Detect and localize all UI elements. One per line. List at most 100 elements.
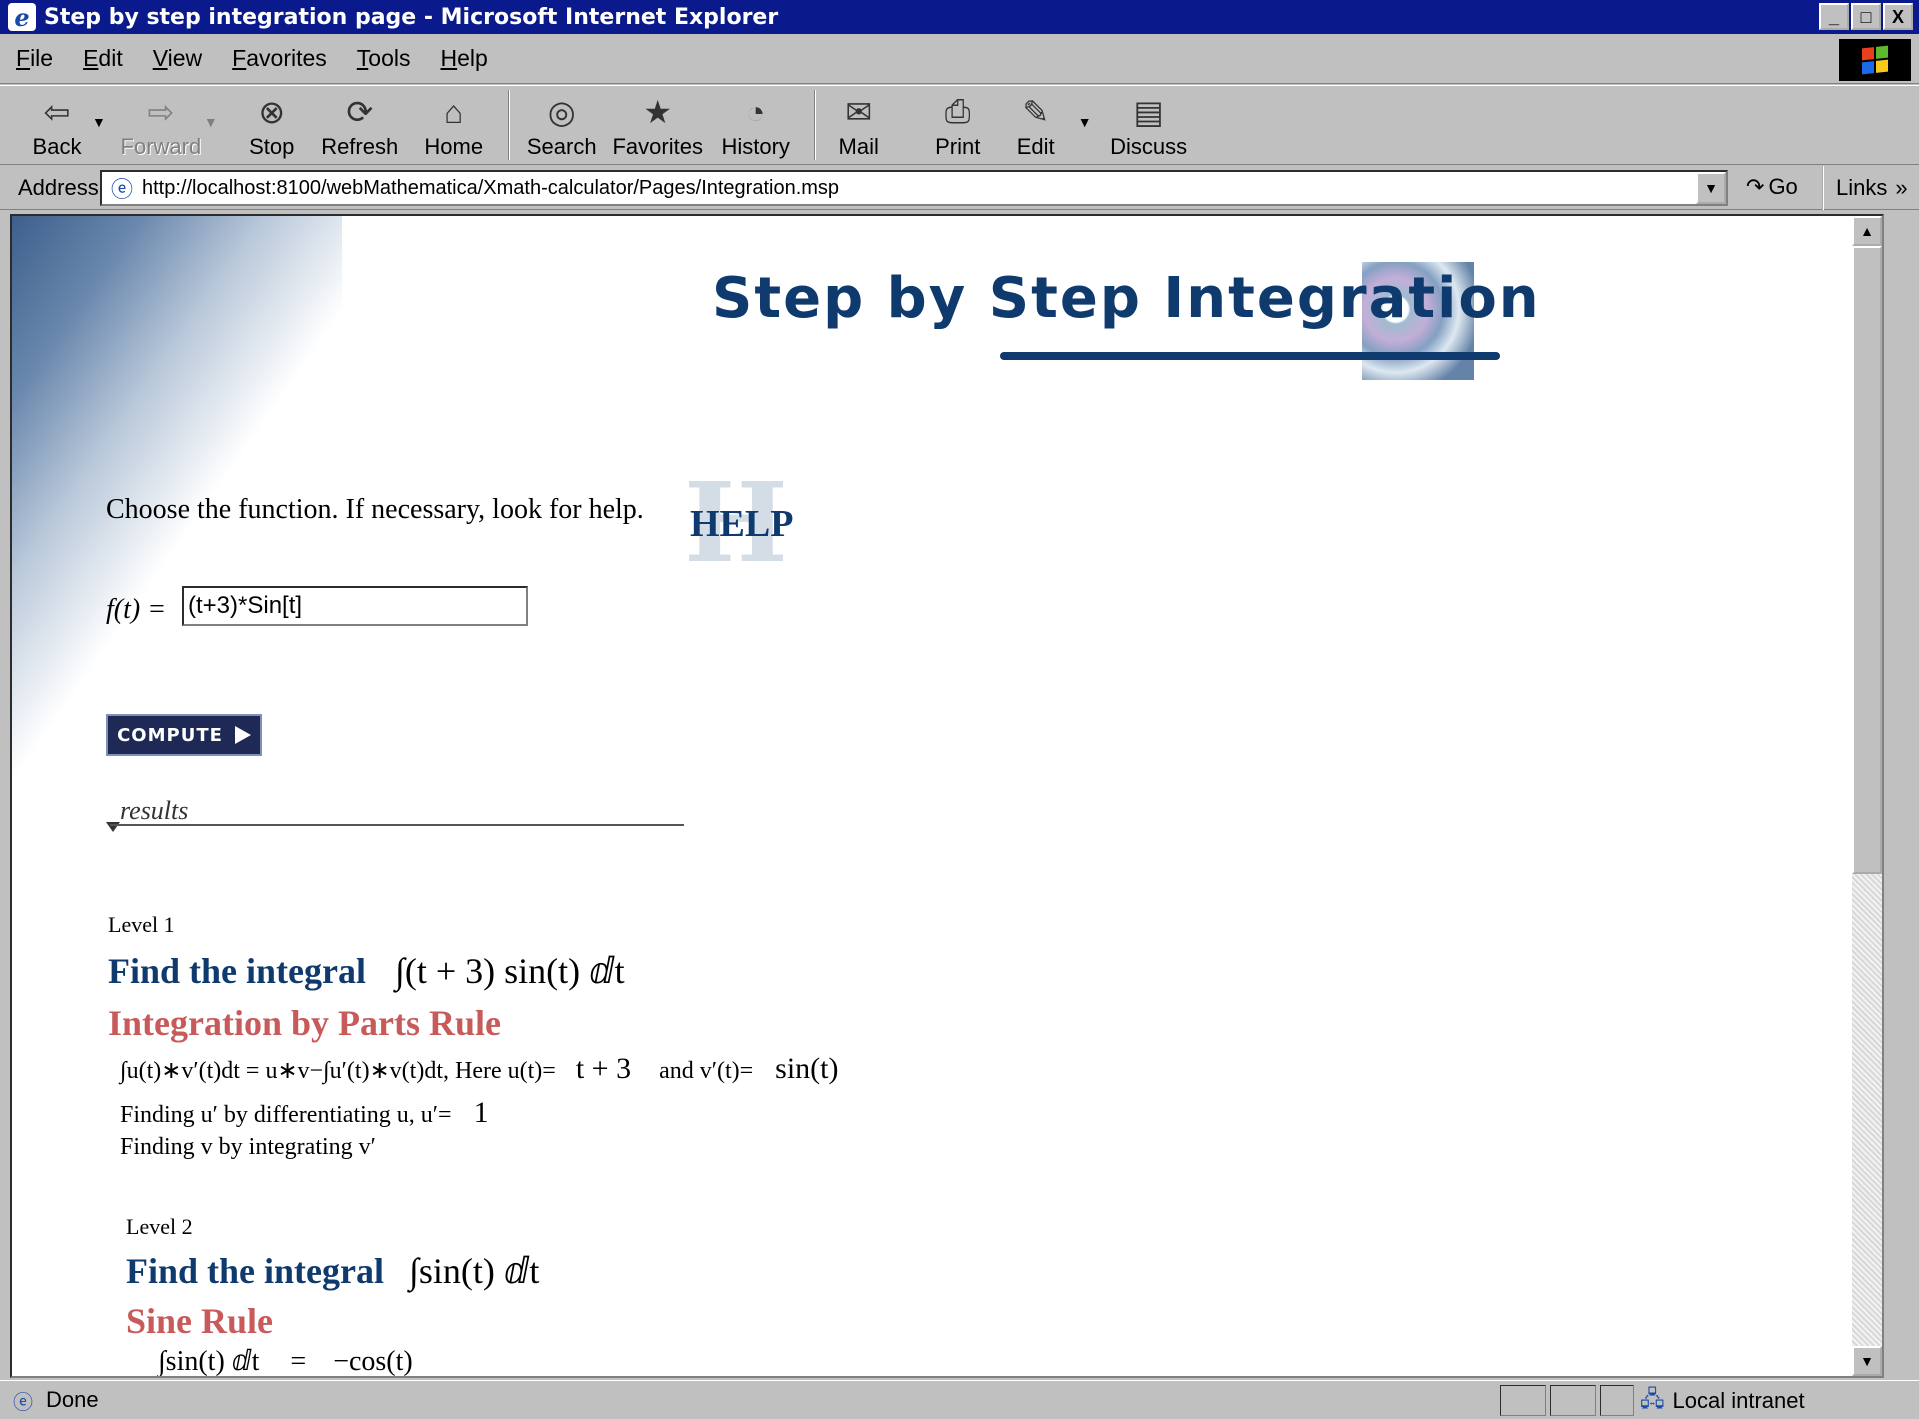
refresh-label: Refresh (321, 134, 399, 159)
home-icon: ⌂ (444, 93, 464, 130)
status-bar: ⓔ Done 🖧 Local intranet (0, 1380, 1919, 1419)
status-panel (1550, 1385, 1596, 1416)
address-url[interactable]: http://localhost:8100/webMathematica/Xma… (142, 177, 839, 200)
address-label: Address (18, 174, 99, 200)
maximize-button[interactable]: □ (1851, 3, 1881, 30)
level-1-label: Level 1 (108, 912, 175, 937)
menu-favorites[interactable]: Favorites (232, 45, 327, 72)
history-icon: ◔ (746, 93, 766, 130)
vertical-scrollbar[interactable]: ▲ ▼ (1852, 216, 1882, 1376)
title-bar: e Step by step integration page - Micros… (0, 0, 1919, 34)
scroll-up-icon[interactable]: ▲ (1852, 216, 1882, 246)
print-button[interactable]: ⎙ Print (920, 86, 996, 164)
edit-button[interactable]: ✎ Edit (996, 86, 1076, 164)
and-v-prime-text: and v′(t)= (659, 1058, 754, 1084)
history-button[interactable]: ◔ History (710, 86, 802, 164)
differentiate-text: Finding u′ by differentiating u, u′= (120, 1102, 452, 1128)
address-input[interactable]: ⓔ http://localhost:8100/webMathematica/X… (100, 170, 1728, 206)
toolbar: ⇦ Back ▼ ⇨ Forward ▼ ⊗ Stop ⟳ Refresh ⌂ … (0, 85, 1919, 165)
scroll-thumb[interactable] (1852, 246, 1882, 874)
menu-help[interactable]: Help (440, 45, 487, 72)
zone-label: Local intranet (1672, 1387, 1805, 1413)
back-label: Back (32, 134, 82, 159)
refresh-icon: ⟳ (346, 94, 374, 130)
home-label: Home (424, 134, 484, 159)
search-icon: ◎ (547, 94, 576, 130)
sine-result-lhs: ∫sin(t) ⅆt (158, 1346, 260, 1377)
level-2-integral: ∫sin(t) ⅆt (409, 1251, 540, 1291)
address-dropdown-icon[interactable]: ▼ (1696, 172, 1726, 204)
forward-dropdown-icon[interactable]: ▼ (204, 114, 218, 130)
mail-button[interactable]: ✉ Mail (828, 86, 890, 164)
page-done-icon: ⓔ (13, 1391, 33, 1414)
level-2-rule: Sine Rule (126, 1301, 274, 1341)
results-divider (110, 824, 684, 826)
go-button[interactable]: ↷ Go (1746, 174, 1798, 200)
page-viewport: Step by Step Integration Choose the func… (10, 214, 1884, 1378)
sine-result-equals: = (290, 1346, 307, 1377)
mail-icon: ✉ (845, 94, 873, 130)
back-arrow-icon: ⇦ (43, 94, 71, 130)
search-label: Search (526, 134, 597, 159)
forward-arrow-icon: ⇨ (147, 94, 175, 130)
function-input[interactable] (182, 586, 528, 626)
close-button[interactable]: X (1883, 3, 1913, 30)
integrate-line: Finding v by integrating v′ (120, 1134, 376, 1160)
edit-icon: ✎ (1022, 94, 1050, 130)
function-label: f(t) = (106, 594, 166, 626)
security-zone: 🖧 Local intranet (1640, 1385, 1805, 1416)
sine-rule-result: ∫sin(t) ⅆt = −cos(t) (158, 1344, 413, 1377)
instruction-text: Choose the function. If necessary, look … (106, 494, 644, 525)
level-1-rule: Integration by Parts Rule (108, 1003, 501, 1043)
discuss-label: Discuss (1110, 134, 1188, 159)
print-icon: ⎙ (944, 93, 971, 129)
search-button[interactable]: ◎ Search (518, 86, 606, 164)
discuss-icon: ▤ (1133, 94, 1164, 130)
favorites-label: Favorites (612, 134, 703, 159)
level-2-heading-text: Find the integral (126, 1251, 384, 1291)
links-label: Links (1836, 175, 1888, 200)
links-button[interactable]: Links » (1822, 166, 1908, 210)
forward-button[interactable]: ⇨ Forward (120, 86, 202, 164)
menu-file[interactable]: File (16, 45, 53, 72)
v-prime-value: sin(t) (775, 1052, 839, 1085)
windows-logo-icon (1839, 39, 1911, 81)
minimize-button[interactable]: _ (1819, 3, 1849, 30)
go-label: Go (1768, 174, 1798, 199)
differentiate-line: Finding u′ by differentiating u, u′= 1 (120, 1096, 489, 1130)
function-label-text: f(t) = (106, 594, 167, 625)
refresh-button[interactable]: ⟳ Refresh (312, 86, 408, 164)
discuss-button[interactable]: ▤ Discuss (1106, 86, 1192, 164)
back-button[interactable]: ⇦ Back (24, 86, 90, 164)
level-1-integral: ∫(t + 3) sin(t) ⅆt (395, 951, 625, 991)
scroll-down-icon[interactable]: ▼ (1852, 1346, 1882, 1376)
window-title: Step by step integration page - Microsof… (44, 4, 779, 30)
back-dropdown-icon[interactable]: ▼ (92, 114, 106, 130)
menu-view[interactable]: View (153, 45, 202, 72)
parts-formula-line: ∫u(t)∗v′(t)dt = u∗v−∫u′(t)∗v(t)dt, Here … (120, 1052, 839, 1086)
help-link[interactable]: H HELP (672, 468, 796, 578)
menu-bar: File Edit View Favorites Tools Help (0, 34, 1919, 84)
edit-dropdown-icon[interactable]: ▼ (1078, 114, 1092, 130)
level-1-heading: Find the integral ∫(t + 3) sin(t) ⅆt (108, 950, 625, 992)
favorites-button[interactable]: ★ Favorites (606, 86, 710, 164)
stop-label: Stop (249, 134, 295, 159)
status-panel (1600, 1385, 1634, 1416)
chevron-right-icon: » (1895, 175, 1908, 200)
status-panel (1500, 1385, 1546, 1416)
stop-button[interactable]: ⊗ Stop (232, 86, 312, 164)
menu-edit[interactable]: Edit (83, 45, 123, 72)
level-2-label: Level 2 (126, 1214, 193, 1239)
u-prime-value: 1 (473, 1096, 489, 1129)
status-text: Done (46, 1387, 99, 1412)
menu-tools[interactable]: Tools (357, 45, 411, 72)
level-2-heading: Find the integral ∫sin(t) ⅆt (126, 1250, 539, 1292)
results-label: results (120, 796, 189, 825)
window-controls: _ □ X (1819, 3, 1913, 30)
intranet-icon: 🖧 (1640, 1385, 1665, 1411)
compute-button[interactable]: COMPUTE (106, 714, 262, 756)
toolbar-separator (813, 90, 816, 160)
toolbar-separator (507, 90, 510, 160)
home-button[interactable]: ⌂ Home (408, 86, 500, 164)
stop-icon: ⊗ (258, 94, 286, 130)
